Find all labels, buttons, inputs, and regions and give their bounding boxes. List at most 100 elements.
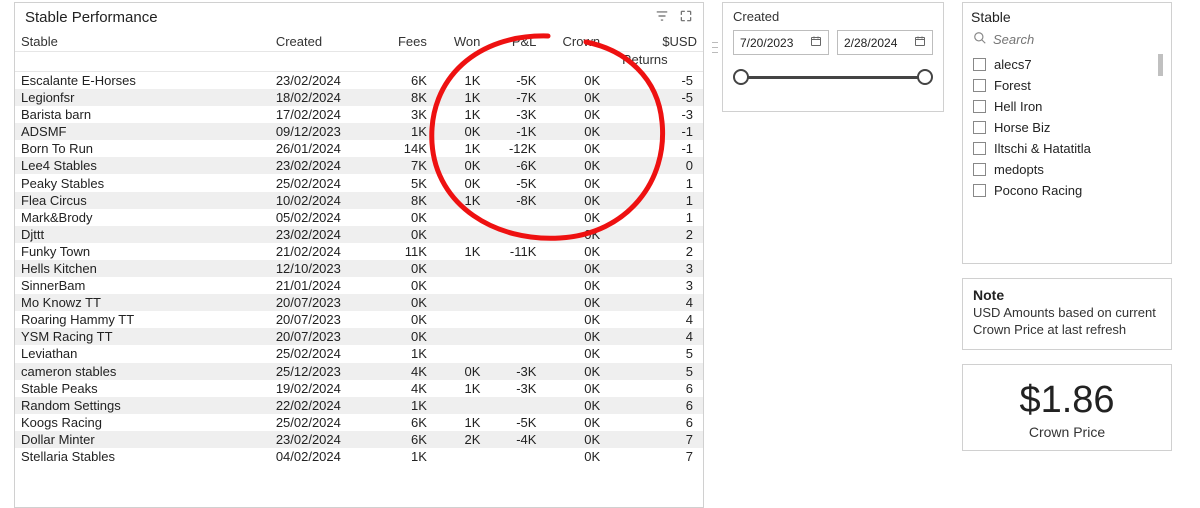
- table-row[interactable]: Peaky Stables25/02/20245K0K-5K0K1: [15, 174, 703, 191]
- stable-slicer-item[interactable]: Forest: [971, 75, 1163, 96]
- col-crown[interactable]: Crown: [542, 30, 606, 52]
- table-row[interactable]: Lee4 Stables23/02/20247K0K-6K0K0: [15, 157, 703, 174]
- performance-table[interactable]: Stable Created Fees Won P&L Crown $USD R…: [15, 30, 703, 465]
- cell-crown: 0K: [542, 89, 606, 106]
- cell-created: 25/02/2024: [270, 345, 380, 362]
- table-row[interactable]: ADSMF09/12/20231K0K-1K0K-1: [15, 123, 703, 140]
- cell-pl: -5K: [486, 414, 542, 431]
- cell-created: 21/02/2024: [270, 243, 380, 260]
- cell-stable: Born To Run: [15, 140, 270, 157]
- cell-won: [433, 277, 487, 294]
- panel-splitter[interactable]: [712, 38, 718, 74]
- cell-won: [433, 328, 487, 345]
- table-row[interactable]: YSM Racing TT20/07/20230K0K4: [15, 328, 703, 345]
- cell-crown: 0K: [542, 243, 606, 260]
- table-row[interactable]: Djttt23/02/20240K0K2: [15, 226, 703, 243]
- cell-crown: 0K: [542, 72, 606, 90]
- slider-handle-start[interactable]: [733, 69, 749, 85]
- cell-usd: 7: [606, 448, 703, 465]
- cell-won: 0K: [433, 363, 487, 380]
- cell-won: [433, 397, 487, 414]
- table-row[interactable]: Stable Peaks19/02/20244K1K-3K0K6: [15, 380, 703, 397]
- cell-usd: 1: [606, 174, 703, 191]
- cell-usd: 5: [606, 345, 703, 362]
- table-row[interactable]: Mark&Brody05/02/20240K0K1: [15, 209, 703, 226]
- col-created[interactable]: Created: [270, 30, 380, 52]
- cell-crown: 0K: [542, 260, 606, 277]
- checkbox[interactable]: [973, 121, 986, 134]
- slider-handle-end[interactable]: [917, 69, 933, 85]
- table-row[interactable]: Leviathan25/02/20241K0K5: [15, 345, 703, 362]
- cell-fees: 0K: [379, 277, 433, 294]
- stable-slicer-item[interactable]: Hell Iron: [971, 96, 1163, 117]
- date-range-slider[interactable]: [733, 69, 933, 85]
- table-row[interactable]: Flea Circus10/02/20248K1K-8K0K1: [15, 192, 703, 209]
- cell-fees: 6K: [379, 414, 433, 431]
- note-title: Note: [973, 287, 1161, 303]
- cell-won: 1K: [433, 106, 487, 123]
- checkbox[interactable]: [973, 163, 986, 176]
- stable-search[interactable]: [971, 29, 1163, 54]
- stable-slicer-item[interactable]: Horse Biz: [971, 117, 1163, 138]
- table-row[interactable]: Random Settings22/02/20241K0K6: [15, 397, 703, 414]
- stable-search-input[interactable]: [993, 32, 1161, 47]
- cell-pl: -3K: [486, 380, 542, 397]
- date-end-input[interactable]: 2/28/2024: [837, 30, 933, 55]
- cell-crown: 0K: [542, 345, 606, 362]
- cell-stable: Djttt: [15, 226, 270, 243]
- table-row[interactable]: Hells Kitchen12/10/20230K0K3: [15, 260, 703, 277]
- table-row[interactable]: Born To Run26/01/202414K1K-12K0K-1: [15, 140, 703, 157]
- cell-created: 18/02/2024: [270, 89, 380, 106]
- cell-won: [433, 260, 487, 277]
- col-usd[interactable]: $USD: [606, 30, 703, 52]
- col-pl[interactable]: P&L: [486, 30, 542, 52]
- table-row[interactable]: Funky Town21/02/202411K1K-11K0K2: [15, 243, 703, 260]
- table-row[interactable]: cameron stables25/12/20234K0K-3K0K5: [15, 363, 703, 380]
- table-row[interactable]: Legionfsr18/02/20248K1K-7K0K-5: [15, 89, 703, 106]
- col-won[interactable]: Won: [433, 30, 487, 52]
- col-stable[interactable]: Stable: [15, 30, 270, 52]
- stable-slicer-item[interactable]: Iltschi & Hatatitla: [971, 138, 1163, 159]
- table-row[interactable]: Mo Knowz TT20/07/20230K0K4: [15, 294, 703, 311]
- table-row[interactable]: Escalante E-Horses23/02/20246K1K-5K0K-5: [15, 72, 703, 90]
- cell-created: 19/02/2024: [270, 380, 380, 397]
- table-row[interactable]: Barista barn17/02/20243K1K-3K0K-3: [15, 106, 703, 123]
- cell-won: 0K: [433, 123, 487, 140]
- table-row[interactable]: Dollar Minter23/02/20246K2K-4K0K7: [15, 431, 703, 448]
- table-row[interactable]: SinnerBam21/01/20240K0K3: [15, 277, 703, 294]
- cell-fees: 6K: [379, 72, 433, 90]
- checkbox[interactable]: [973, 79, 986, 92]
- date-start-input[interactable]: 7/20/2023: [733, 30, 829, 55]
- filter-icon[interactable]: [655, 9, 669, 26]
- crown-price-card: $1.86 Crown Price: [962, 364, 1172, 451]
- table-row[interactable]: Koogs Racing25/02/20246K1K-5K0K6: [15, 414, 703, 431]
- cell-usd: 3: [606, 260, 703, 277]
- focus-mode-icon[interactable]: [679, 9, 693, 26]
- checkbox[interactable]: [973, 58, 986, 71]
- cell-pl: -11K: [486, 243, 542, 260]
- cell-fees: 6K: [379, 431, 433, 448]
- table-row[interactable]: Stellaria Stables04/02/20241K0K7: [15, 448, 703, 465]
- checkbox[interactable]: [973, 142, 986, 155]
- col-fees[interactable]: Fees: [379, 30, 433, 52]
- cell-stable: Koogs Racing: [15, 414, 270, 431]
- table-row[interactable]: Roaring Hammy TT20/07/20230K0K4: [15, 311, 703, 328]
- cell-usd: 2: [606, 226, 703, 243]
- cell-created: 25/02/2024: [270, 414, 380, 431]
- checkbox[interactable]: [973, 184, 986, 197]
- cell-stable: Stellaria Stables: [15, 448, 270, 465]
- cell-pl: [486, 209, 542, 226]
- cell-crown: 0K: [542, 431, 606, 448]
- cell-created: 25/12/2023: [270, 363, 380, 380]
- cell-stable: Random Settings: [15, 397, 270, 414]
- stable-slicer-title: Stable: [971, 9, 1163, 25]
- calendar-icon: [810, 35, 822, 50]
- scrollbar[interactable]: [1158, 54, 1163, 76]
- stable-slicer-item[interactable]: alecs7: [971, 54, 1163, 75]
- stable-list: alecs7ForestHell IronHorse BizIltschi & …: [971, 54, 1163, 259]
- cell-won: 1K: [433, 140, 487, 157]
- checkbox[interactable]: [973, 100, 986, 113]
- stable-slicer-item[interactable]: Pocono Racing: [971, 180, 1163, 201]
- cell-stable: Escalante E-Horses: [15, 72, 270, 90]
- stable-slicer-item[interactable]: medopts: [971, 159, 1163, 180]
